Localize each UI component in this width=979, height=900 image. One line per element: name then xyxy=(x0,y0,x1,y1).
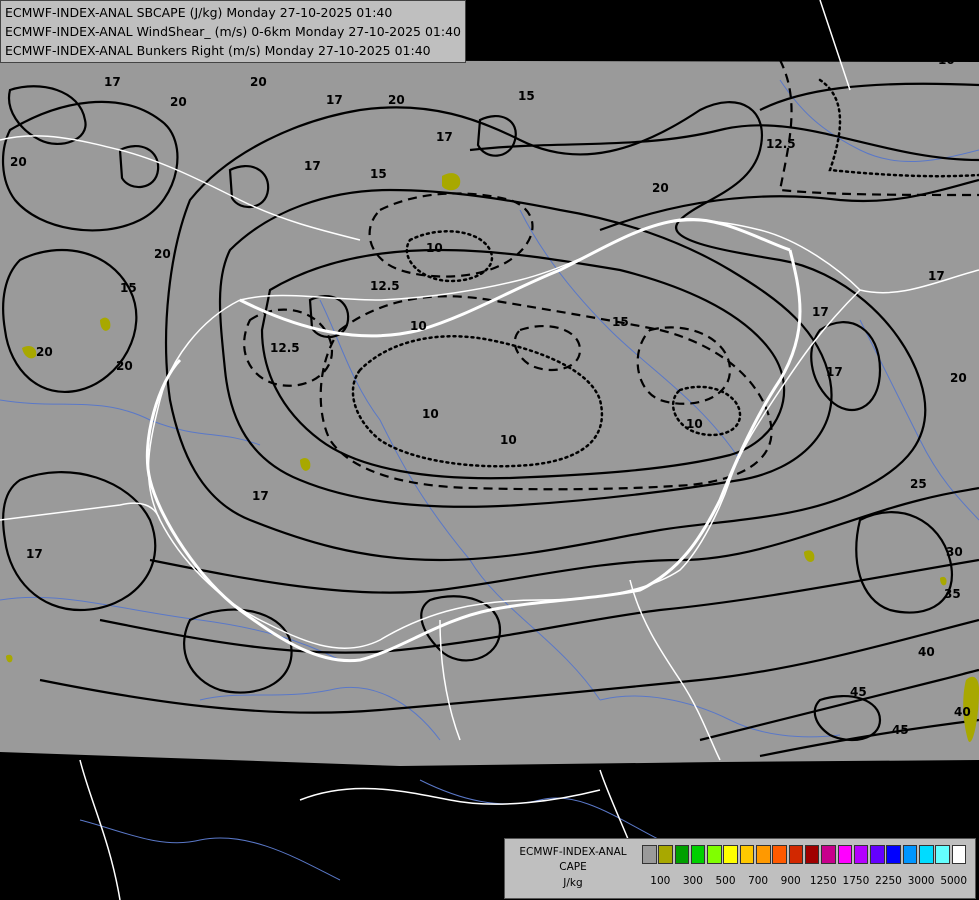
contour-label: 20 xyxy=(154,247,171,261)
legend-swatch xyxy=(886,845,901,864)
legend-tick-label: 700 xyxy=(748,875,769,887)
legend-swatch xyxy=(772,845,787,864)
contour-label: 15 xyxy=(120,281,137,295)
contour-label: 17 xyxy=(252,489,269,503)
contour-label: 40 xyxy=(954,705,971,719)
legend-tick-label: 100 xyxy=(650,875,671,887)
map-canvas: 17 20 20 20 17 15 17 10 12.5 20 15 17 20… xyxy=(0,0,979,900)
legend-swatch xyxy=(935,845,950,864)
legend-swatch xyxy=(870,845,885,864)
contour-label: 17 xyxy=(304,159,321,173)
contour-label: 17 xyxy=(104,75,121,89)
contour-label: 10 xyxy=(410,319,427,333)
legend-color-bar xyxy=(642,845,968,864)
legend-unit: J/kg xyxy=(563,877,583,889)
contour-label: 20 xyxy=(950,371,967,385)
legend-title: ECMWF-INDEX-ANAL xyxy=(519,846,627,858)
contour-label: 10 xyxy=(686,417,703,431)
contour-label: 20 xyxy=(388,93,405,107)
contour-label: 45 xyxy=(850,685,867,699)
legend-tick-labels: 100 300 500 700 900 1250 1750 2250 3000 5000 xyxy=(642,875,972,889)
title-line-bunkers: ECMWF-INDEX-ANAL Bunkers Right (m/s) Mon… xyxy=(5,43,431,58)
contour-label: 15 xyxy=(518,89,535,103)
legend-tick-label: 500 xyxy=(715,875,736,887)
legend-variable: CAPE xyxy=(559,861,587,873)
legend-swatch xyxy=(788,845,804,864)
contour-label: 17 xyxy=(826,365,843,379)
legend-tick-label: 1750 xyxy=(842,875,870,887)
legend-swatch xyxy=(821,845,836,864)
contour-label: 12.5 xyxy=(766,137,796,151)
contour-label: 15 xyxy=(370,167,387,181)
contour-label: 30 xyxy=(946,545,963,559)
contour-label: 17 xyxy=(436,130,453,144)
contour-label: 25 xyxy=(910,477,927,491)
contour-label: 20 xyxy=(652,181,669,195)
legend-tick-label: 900 xyxy=(780,875,801,887)
contour-label: 10 xyxy=(938,53,955,67)
contour-label: 40 xyxy=(918,645,935,659)
title-box: ECMWF-INDEX-ANAL SBCAPE (J/kg) Monday 27… xyxy=(0,0,466,63)
data-domain xyxy=(0,60,979,766)
legend-swatch xyxy=(642,845,657,864)
contour-label: 12.5 xyxy=(270,341,300,355)
title-line-sbcape: ECMWF-INDEX-ANAL SBCAPE (J/kg) Monday 27… xyxy=(5,5,393,20)
legend-tick-label: 2250 xyxy=(875,875,902,887)
contour-label: 17 xyxy=(26,547,43,561)
contour-label: 20 xyxy=(170,95,187,109)
legend-swatch xyxy=(804,845,820,864)
contour-label: 20 xyxy=(250,75,267,89)
legend-tick-label: 3000 xyxy=(907,875,935,887)
legend-swatch xyxy=(707,845,722,864)
contour-label: 45 xyxy=(892,723,909,737)
legend-tick-label: 1250 xyxy=(809,875,837,887)
legend-swatch xyxy=(739,845,755,864)
contour-label: 17 xyxy=(326,93,343,107)
contour-label: 12.5 xyxy=(370,279,400,293)
legend-swatch xyxy=(674,845,690,864)
contour-label: 35 xyxy=(944,587,961,601)
contour-label: 20 xyxy=(116,359,133,373)
contour-label: 20 xyxy=(10,155,27,169)
contour-label: 17 xyxy=(928,269,945,283)
cape-legend: ECMWF-INDEX-ANAL CAPE J/kg 100 300 500 700 9… xyxy=(504,838,976,899)
legend-swatch xyxy=(919,845,934,864)
legend-swatch xyxy=(658,845,673,864)
legend-swatch xyxy=(837,845,853,864)
legend-swatch xyxy=(951,845,967,864)
legend-swatch xyxy=(690,845,706,864)
contour-label: 17 xyxy=(812,305,829,319)
legend-swatch xyxy=(756,845,771,864)
contour-label: 10 xyxy=(500,433,517,447)
title-line-windshear: ECMWF-INDEX-ANAL WindShear_ (m/s) 0-6km … xyxy=(5,24,461,39)
contour-label: 15 xyxy=(612,315,629,329)
contour-label: 10 xyxy=(422,407,439,421)
legend-swatch xyxy=(853,845,869,864)
legend-tick-label: 5000 xyxy=(940,875,968,887)
legend-tick-label: 300 xyxy=(682,875,703,887)
contour-label: 10 xyxy=(426,241,443,255)
legend-swatch xyxy=(723,845,738,864)
legend-swatch xyxy=(902,845,918,864)
contour-label: 20 xyxy=(36,345,53,359)
